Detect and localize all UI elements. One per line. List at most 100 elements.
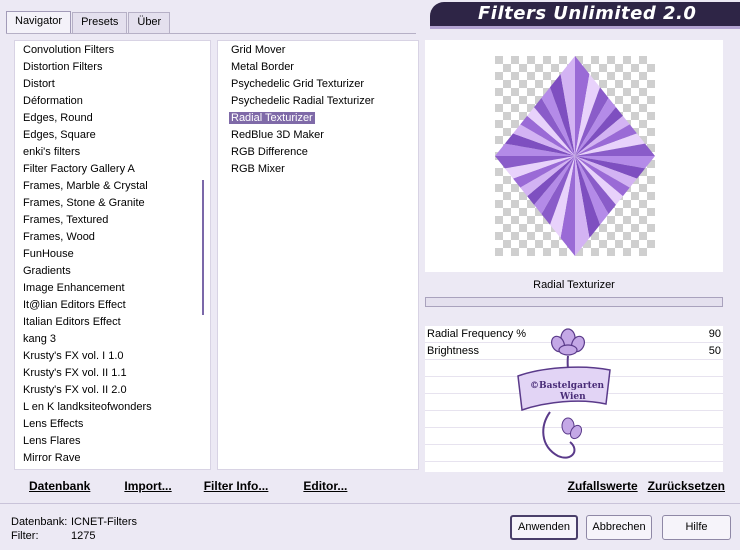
param-value[interactable]: 50 bbox=[709, 343, 721, 359]
filter-list[interactable]: Grid Mover Metal Border Psychedelic Grid T… bbox=[218, 41, 418, 178]
help-button[interactable]: Hilfe bbox=[662, 515, 731, 540]
category-item[interactable]: Distortion Filters bbox=[15, 59, 210, 76]
category-list-panel[interactable]: Convolution Filters Distortion Filters Dis… bbox=[14, 40, 211, 470]
param-row-radial-frequency[interactable]: Radial Frequency % 90 bbox=[425, 326, 723, 343]
category-item[interactable]: Frames, Wood bbox=[15, 229, 210, 246]
category-label: enki's filters bbox=[23, 146, 81, 158]
category-label: Image Enhancement bbox=[23, 282, 125, 294]
filter-label: Psychedelic Grid Texturizer bbox=[231, 78, 365, 90]
category-item[interactable]: Mirror Rave bbox=[15, 450, 210, 467]
filter-count-label: Filter: bbox=[11, 530, 39, 542]
import-button[interactable]: Import... bbox=[124, 479, 171, 493]
filter-info-button[interactable]: Filter Info... bbox=[204, 479, 269, 493]
filter-title: Radial Texturizer bbox=[425, 273, 723, 297]
filter-item[interactable]: Radial Texturizer bbox=[218, 110, 418, 127]
filter-item[interactable]: Grid Mover bbox=[218, 42, 418, 59]
category-item[interactable]: Filter Factory Gallery A bbox=[15, 161, 210, 178]
filter-item[interactable]: Metal Border bbox=[218, 59, 418, 76]
tab-navigator[interactable]: Navigator bbox=[6, 11, 72, 33]
separator bbox=[0, 503, 740, 504]
preview-image bbox=[495, 56, 655, 256]
filter-label: RedBlue 3D Maker bbox=[231, 129, 324, 141]
filter-label: RGB Difference bbox=[231, 146, 308, 158]
filter-item[interactable]: RedBlue 3D Maker bbox=[218, 127, 418, 144]
filter-item[interactable]: Psychedelic Grid Texturizer bbox=[218, 76, 418, 93]
category-label: Filter Factory Gallery A bbox=[23, 163, 135, 175]
category-label: Gradients bbox=[23, 265, 71, 277]
filter-item[interactable]: Psychedelic Radial Texturizer bbox=[218, 93, 418, 110]
category-label: It@lian Editors Effect bbox=[23, 299, 126, 311]
category-item[interactable]: kang 3 bbox=[15, 331, 210, 348]
category-label: Convolution Filters bbox=[23, 44, 115, 56]
category-label: Krusty's FX vol. II 1.1 bbox=[23, 367, 127, 379]
filter-list-panel[interactable]: Grid Mover Metal Border Psychedelic Grid T… bbox=[217, 40, 419, 470]
tab-about[interactable]: Über bbox=[128, 12, 171, 33]
category-label: Frames, Stone & Granite bbox=[23, 197, 145, 209]
param-row-brightness[interactable]: Brightness 50 bbox=[425, 343, 723, 360]
apply-button[interactable]: Anwenden bbox=[510, 515, 578, 540]
category-list[interactable]: Convolution Filters Distortion Filters Dis… bbox=[15, 41, 210, 467]
category-item[interactable]: Déformation bbox=[15, 93, 210, 110]
preset-button-bar: Zufallswerte Zurücksetzen bbox=[425, 474, 725, 498]
category-item[interactable]: Lens Flares bbox=[15, 433, 210, 450]
category-label: Italian Editors Effect bbox=[23, 316, 121, 328]
category-label: Déformation bbox=[23, 95, 83, 107]
database-button[interactable]: Datenbank bbox=[29, 479, 90, 493]
category-label: Distortion Filters bbox=[23, 61, 103, 73]
category-item[interactable]: Krusty's FX vol. II 2.0 bbox=[15, 382, 210, 399]
editor-button[interactable]: Editor... bbox=[303, 479, 347, 493]
category-item[interactable]: enki's filters bbox=[15, 144, 210, 161]
category-label: Edges, Round bbox=[23, 112, 93, 124]
filter-label: Grid Mover bbox=[231, 44, 286, 56]
filter-label: Metal Border bbox=[231, 61, 294, 73]
category-item[interactable]: It@lian Editors Effect bbox=[15, 297, 210, 314]
category-item[interactable]: Frames, Textured bbox=[15, 212, 210, 229]
tab-presets[interactable]: Presets bbox=[72, 12, 128, 33]
category-item[interactable]: Lens Effects bbox=[15, 416, 210, 433]
filter-item[interactable]: RGB Difference bbox=[218, 144, 418, 161]
random-values-button[interactable]: Zufallswerte bbox=[568, 479, 638, 493]
param-label: Brightness bbox=[427, 345, 479, 357]
category-label: Frames, Wood bbox=[23, 231, 95, 243]
category-label: Krusty's FX vol. I 1.0 bbox=[23, 350, 124, 362]
status-info: Datenbank: ICNET-Filters Filter: 1275 bbox=[11, 515, 137, 543]
parameter-panel: Radial Frequency % 90 Brightness 50 ©Bas… bbox=[425, 326, 723, 472]
category-item[interactable]: Frames, Marble & Crystal bbox=[15, 178, 210, 195]
empty-param-rows bbox=[425, 360, 723, 462]
category-label: Lens Effects bbox=[23, 418, 84, 430]
category-item[interactable]: Edges, Square bbox=[15, 127, 210, 144]
category-item[interactable]: Gradients bbox=[15, 263, 210, 280]
progress-bar bbox=[425, 297, 723, 307]
category-item[interactable]: Krusty's FX vol. II 1.1 bbox=[15, 365, 210, 382]
category-item[interactable]: Image Enhancement bbox=[15, 280, 210, 297]
category-item[interactable]: Krusty's FX vol. I 1.0 bbox=[15, 348, 210, 365]
category-label: FunHouse bbox=[23, 248, 74, 260]
category-item[interactable]: Frames, Stone & Granite bbox=[15, 195, 210, 212]
database-value: ICNET-Filters bbox=[71, 516, 137, 528]
tab-underline bbox=[6, 33, 416, 34]
category-scrollbar-thumb[interactable] bbox=[202, 180, 204, 315]
filter-count-value: 1275 bbox=[71, 530, 96, 542]
filter-item[interactable]: RGB Mixer bbox=[218, 161, 418, 178]
category-item[interactable]: FunHouse bbox=[15, 246, 210, 263]
preview-area bbox=[425, 40, 723, 272]
category-label: Lens Flares bbox=[23, 435, 81, 447]
category-item[interactable]: Convolution Filters bbox=[15, 42, 210, 59]
category-label: L en K landksiteofwonders bbox=[23, 401, 152, 413]
banner-underline bbox=[430, 26, 740, 29]
reset-button[interactable]: Zurücksetzen bbox=[648, 479, 725, 493]
category-item[interactable]: Edges, Round bbox=[15, 110, 210, 127]
category-item[interactable]: L en K landksiteofwonders bbox=[15, 399, 210, 416]
cancel-button[interactable]: Abbrechen bbox=[586, 515, 652, 540]
tab-strip: Navigator Presets Über bbox=[6, 11, 171, 34]
category-item[interactable]: Distort bbox=[15, 76, 210, 93]
category-label: kang 3 bbox=[23, 333, 57, 345]
category-label: Frames, Marble & Crystal bbox=[23, 180, 148, 192]
filter-label: Radial Texturizer bbox=[229, 112, 315, 124]
category-label: Edges, Square bbox=[23, 129, 96, 141]
category-label: Frames, Textured bbox=[23, 214, 109, 226]
app-title-banner: Filters Unlimited 2.0 bbox=[430, 2, 740, 26]
list-button-bar: Datenbank Import... Filter Info... Edito… bbox=[14, 474, 419, 498]
category-item[interactable]: Italian Editors Effect bbox=[15, 314, 210, 331]
param-value[interactable]: 90 bbox=[709, 326, 721, 342]
